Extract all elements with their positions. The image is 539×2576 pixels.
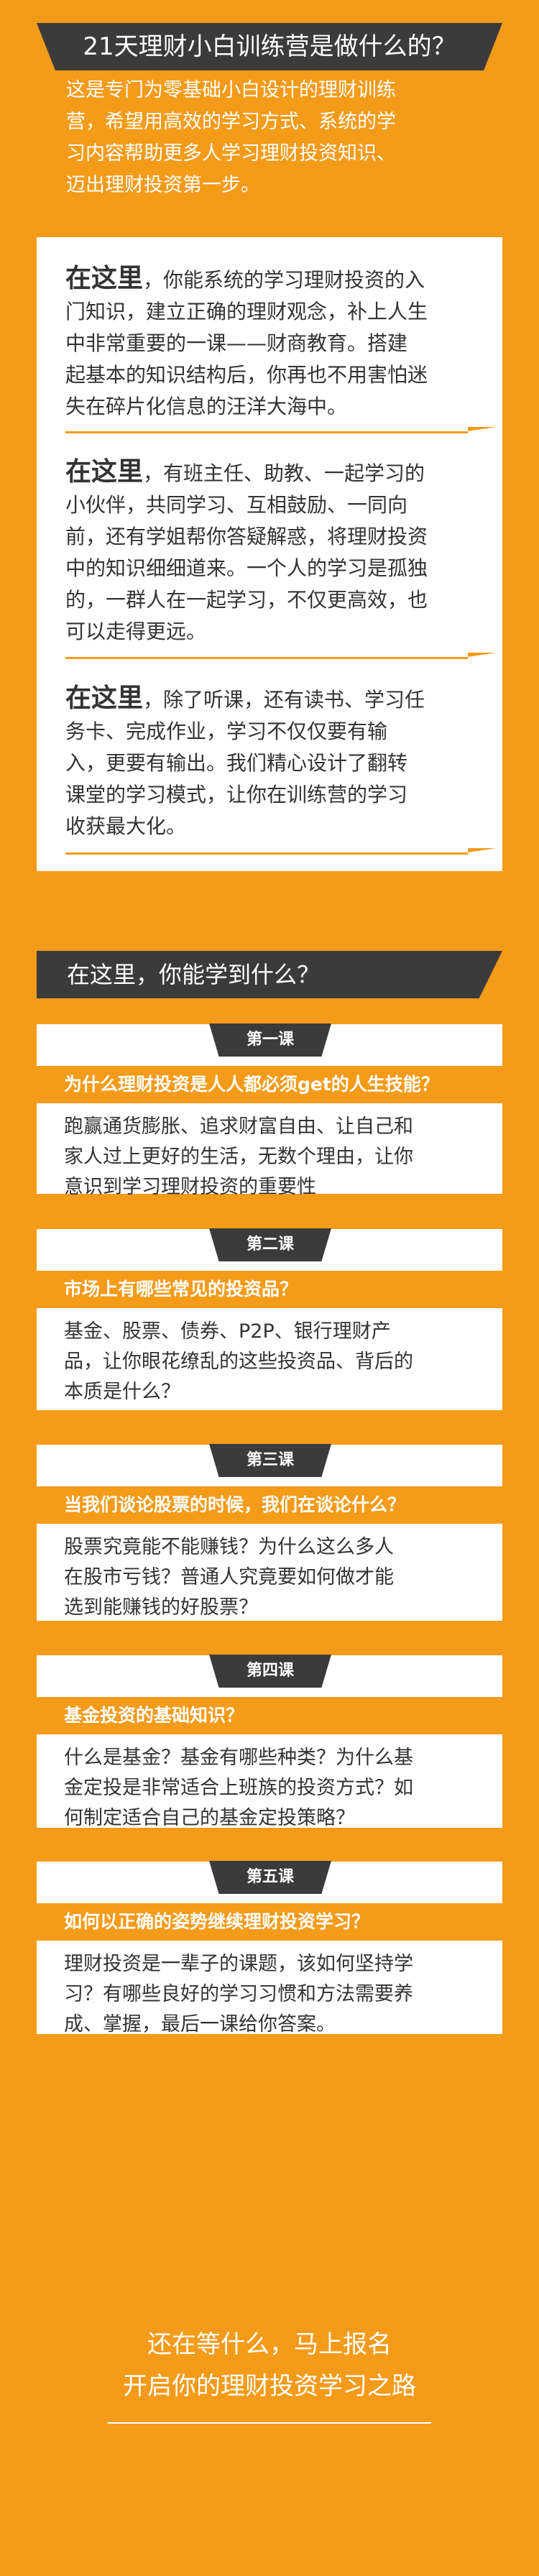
answer-line: 品，让你眼花缭乱的这些投资品、背后的 (64, 1351, 413, 1373)
feature-line: 门知识，建立正确的理财观念，补上人生 (65, 300, 428, 323)
lesson-question: 为什么理财投资是人人都必须get的人生技能？ (37, 1066, 502, 1103)
intro-line: 营，希望用高效的学习方式、系统的学 (66, 111, 396, 133)
lesson-card: 第三课 当我们谈论股票的时候，我们在谈论什么？ 股票究竟能不能赚钱？为什么这么多… (37, 1444, 502, 1623)
feature-line: 前，还有学姐帮你答疑解惑，将理财投资 (65, 525, 428, 548)
answer-line: 理财投资是一辈子的课题，该如何坚持学 (64, 1953, 413, 1975)
intro-line: 习内容帮助更多人学习理财投资知识、 (66, 142, 396, 165)
lesson-answer: 跑赢通货膨胀、追求财富自由、让自己和 家人过上更好的生活，无数个理由，让你 意识… (64, 1112, 481, 1202)
feature-line: ，你能系统的学习理财投资的入 (143, 268, 425, 292)
lesson-question: 基金投资的基础知识？ (37, 1697, 502, 1734)
feature-line: 失在碎片化信息的汪洋大海中。 (65, 395, 348, 418)
intro-title: 21天理财小白训练营是做什么的？ (37, 23, 502, 70)
answer-line: 跑赢通货膨胀、追求财富自由、让自己和 (64, 1116, 413, 1138)
lessons-title: 在这里，你能学到什么？ (37, 951, 502, 998)
lesson-question: 如何以正确的姿势继续理财投资学习？ (37, 1903, 502, 1941)
intro-description: 这是专门为零基础小白设计的理财训练 营，希望用高效的学习方式、系统的学 习内容帮… (66, 75, 497, 201)
answer-line: 选到能赚钱的好股票？ (64, 1596, 258, 1619)
cta-line-1: 还在等什么，马上报名 (147, 2330, 392, 2359)
lesson-tag: 第五课 (209, 1861, 331, 1894)
divider (65, 848, 497, 855)
answer-line: 股票究竟能不能赚钱？为什么这么多人 (64, 1536, 394, 1558)
lesson-tag: 第四课 (209, 1655, 331, 1688)
lesson-question: 市场上有哪些常见的投资品？ (37, 1271, 502, 1308)
answer-line: 成、掌握，最后一课给你答案。 (64, 2013, 336, 2036)
feature-line: 收获最大化。 (65, 814, 187, 838)
intro-line: 迈出理财投资第一步。 (66, 174, 260, 196)
feature-line: 中的知识细细道来。一个人的学习是孤独 (65, 556, 428, 580)
lesson-card: 第二课 市场上有哪些常见的投资品？ 基金、股票、债券、P2P、银行理财产 品，让… (37, 1228, 502, 1410)
answer-line: 在股市亏钱？普通人究竟要如何做才能 (64, 1566, 394, 1588)
feature-line: ，有班主任、助教、一起学习的 (143, 461, 425, 485)
cta-section: 还在等什么，马上报名 开启你的理财投资学习之路 (0, 2286, 539, 2576)
lesson-answer: 基金、股票、债券、P2P、银行理财产 品，让你眼花缭乱的这些投资品、背后的 本质… (64, 1317, 481, 1407)
lesson-answer: 股票究竟能不能赚钱？为什么这么多人 在股市亏钱？普通人究竟要如何做才能 选到能赚… (64, 1532, 481, 1623)
cta-divider (108, 2422, 431, 2424)
answer-line: 金定投是非常适合上班族的投资方式？如 (64, 1777, 413, 1799)
page: 21天理财小白训练营是做什么的？ 这是专门为零基础小白设计的理财训练 营，希望用… (0, 0, 539, 2576)
lesson-question: 当我们谈论股票的时候，我们在谈论什么？ (37, 1486, 502, 1524)
intro-line: 这是专门为零基础小白设计的理财训练 (66, 79, 396, 101)
answer-line: 基金、股票、债券、P2P、银行理财产 (64, 1320, 391, 1343)
lesson-tag: 第二课 (209, 1228, 331, 1261)
lesson-card: 第一课 为什么理财投资是人人都必须get的人生技能？ 跑赢通货膨胀、追求财富自由… (37, 1024, 502, 1198)
lesson-card: 第四课 基金投资的基础知识？ 什么是基金？基金有哪些种类？为什么基 金定投是非常… (37, 1655, 502, 1829)
feature-line: 小伙伴，共同学习、互相鼓励、一同向 (65, 493, 408, 517)
lessons-section: 在这里，你能学到什么？ 第一课 为什么理财投资是人人都必须get的人生技能？ 跑… (0, 909, 539, 2286)
answer-line: 习？有哪些良好的学习习惯和方法需要养 (64, 1983, 413, 2005)
feature-line: 入，更要有输出。我们精心设计了翻转 (65, 751, 408, 775)
answer-line: 何制定适合自己的基金定投策略？ (64, 1807, 355, 1829)
answer-line: 本质是什么？ (64, 1381, 180, 1403)
lesson-answer: 什么是基金？基金有哪些种类？为什么基 金定投是非常适合上班族的投资方式？如 何制… (64, 1743, 481, 1834)
feature-lead: 在这里 (65, 684, 144, 713)
feature-lead: 在这里 (65, 264, 144, 293)
lesson-tag: 第三课 (209, 1444, 331, 1477)
feature-line: 中非常重要的一课——财商教育。搭建 (65, 331, 408, 355)
feature-paragraph: 在这里，除了听课，还有读书、学习任 务卡、完成作业，学习不仅仅要有输 入，更要有… (65, 683, 482, 842)
lesson-card: 第五课 如何以正确的姿势继续理财投资学习？ 理财投资是一辈子的课题，该如何坚持学… (37, 1861, 502, 2036)
intro-section: 21天理财小白训练营是做什么的？ 这是专门为零基础小白设计的理财训练 营，希望用… (0, 0, 539, 909)
feature-paragraph: 在这里，你能系统的学习理财投资的入 门知识，建立正确的理财观念，补上人生 中非常… (65, 263, 482, 423)
answer-line: 家人过上更好的生活，无数个理由，让你 (64, 1146, 413, 1168)
divider (65, 427, 497, 433)
answer-line: 意识到学习理财投资的重要性 (64, 1176, 316, 1198)
cta-line-2: 开启你的理财投资学习之路 (123, 2372, 416, 2401)
feature-line: 的，一群人在一起学习，不仅更高效，也 (65, 588, 428, 612)
feature-line: 可以走得更远。 (65, 620, 207, 643)
feature-line: 务卡、完成作业，学习不仅仅要有输 (65, 719, 388, 743)
feature-line: ，除了听课，还有读书、学习任 (143, 688, 425, 712)
feature-lead: 在这里 (65, 457, 144, 487)
feature-paragraph: 在这里，有班主任、助教、一起学习的 小伙伴，共同学习、互相鼓励、一同向 前，还有… (65, 456, 482, 648)
divider (65, 653, 497, 659)
feature-line: 起基本的知识结构后，你再也不用害怕迷 (65, 363, 428, 387)
feature-line: 课堂的学习模式，让你在训练营的学习 (65, 783, 408, 806)
lesson-answer: 理财投资是一辈子的课题，该如何坚持学 习？有哪些良好的学习习惯和方法需要养 成、… (64, 1949, 481, 2040)
lesson-tag: 第一课 (209, 1024, 331, 1057)
answer-line: 什么是基金？基金有哪些种类？为什么基 (64, 1747, 413, 1769)
features-card: 在这里，你能系统的学习理财投资的入 门知识，建立正确的理财观念，补上人生 中非常… (37, 237, 502, 871)
